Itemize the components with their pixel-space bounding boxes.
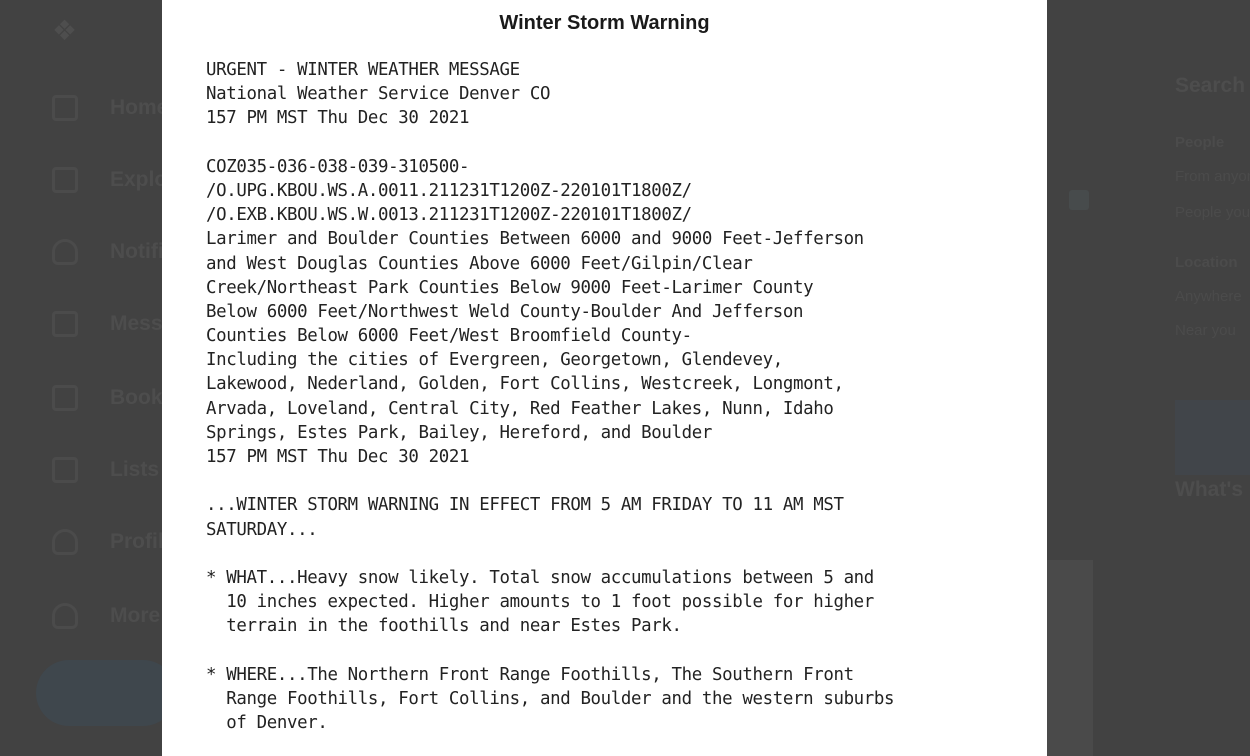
location-heading: Location <box>1175 254 1238 271</box>
nav-item-home: Home <box>52 90 168 126</box>
nav-item-lists: Lists <box>52 452 159 488</box>
bulletin-line: Larimer and Boulder Counties Between 600… <box>206 229 864 250</box>
avatar-placeholder <box>1069 190 1089 210</box>
bookmark-icon <box>52 385 78 411</box>
bird-logo-icon: ❖ <box>52 15 78 46</box>
more-icon <box>52 603 78 629</box>
bulletin-line: ...WINTER STORM WARNING IN EFFECT FROM 5… <box>206 495 844 516</box>
bulletin-line: 157 PM MST Thu Dec 30 2021 <box>206 108 470 129</box>
bulletin-line: terrain in the foothills and near Estes … <box>206 616 682 637</box>
bulletin-line: Creek/Northeast Park Counties Below 9000… <box>206 277 814 298</box>
bulletin-line: * WHERE...The Northern Front Range Footh… <box>206 664 854 685</box>
list-icon <box>52 457 78 483</box>
bulletin-line: 10 inches expected. Higher amounts to 1 … <box>206 592 874 613</box>
alert-bulletin-text: URGENT - WINTER WEATHER MESSAGE National … <box>206 58 895 735</box>
nav-item-more: More <box>52 598 160 634</box>
nav-item-profile: Profile <box>52 524 175 560</box>
nav-label: Lists <box>110 458 160 481</box>
background-card <box>1175 400 1250 475</box>
bulletin-line: /O.UPG.KBOU.WS.A.0011.211231T1200Z-22010… <box>206 180 692 201</box>
location-option: Near you <box>1175 322 1236 339</box>
bulletin-line: COZ035-036-038-039-310500- <box>206 156 470 177</box>
bulletin-line: 157 PM MST Thu Dec 30 2021 <box>206 447 470 467</box>
bulletin-line: /O.EXB.KBOU.WS.W.0013.211231T1200Z-22010… <box>206 205 692 226</box>
people-heading: People <box>1175 134 1225 151</box>
bulletin-line: URGENT - WINTER WEATHER MESSAGE <box>206 60 520 80</box>
bulletin-line: Arvada, Loveland, Central City, Red Feat… <box>206 398 834 419</box>
background-right-column: Search filters People From anyone People… <box>1047 0 1250 756</box>
envelope-icon <box>52 311 78 337</box>
people-option: From anyone <box>1175 168 1250 185</box>
bulletin-line: * WHAT...Heavy snow likely. Total snow a… <box>206 567 874 588</box>
hashtag-icon <box>52 167 78 193</box>
nav-label: More <box>110 604 161 627</box>
trends-title: What's happening <box>1175 478 1250 501</box>
people-option: People you follow <box>1175 204 1250 221</box>
weather-alert-modal: Winter Storm Warning URGENT - WINTER WEA… <box>162 0 1047 756</box>
home-icon <box>52 95 78 121</box>
location-option: Anywhere <box>1175 288 1242 305</box>
nav-label: Home <box>110 96 169 119</box>
background-sidebar: ❖ Home Explore Notifications Messages Bo… <box>0 0 237 756</box>
bulletin-line: SATURDAY... <box>206 519 318 540</box>
person-icon <box>52 529 78 555</box>
modal-title: Winter Storm Warning <box>499 12 710 34</box>
bulletin-line: of Denver. <box>206 713 328 734</box>
bulletin-line: Counties Below 6000 Feet/West Broomfield… <box>206 326 692 347</box>
search-filters-title: Search filters <box>1175 74 1250 97</box>
bulletin-line: Including the cities of Evergreen, Georg… <box>206 350 783 371</box>
tweet-button: Tweet <box>36 660 176 726</box>
bulletin-line: Below 6000 Feet/Northwest Weld County-Bo… <box>206 301 804 322</box>
bulletin-line: National Weather Service Denver CO <box>206 84 551 105</box>
bell-icon <box>52 239 78 265</box>
bulletin-line: Lakewood, Nederland, Golden, Fort Collin… <box>206 374 844 395</box>
background-panel <box>1047 560 1093 756</box>
bulletin-line: and West Douglas Counties Above 6000 Fee… <box>206 253 753 274</box>
bulletin-line: Springs, Estes Park, Bailey, Hereford, a… <box>206 422 713 443</box>
bulletin-line: Range Foothills, Fort Collins, and Bould… <box>206 688 895 709</box>
